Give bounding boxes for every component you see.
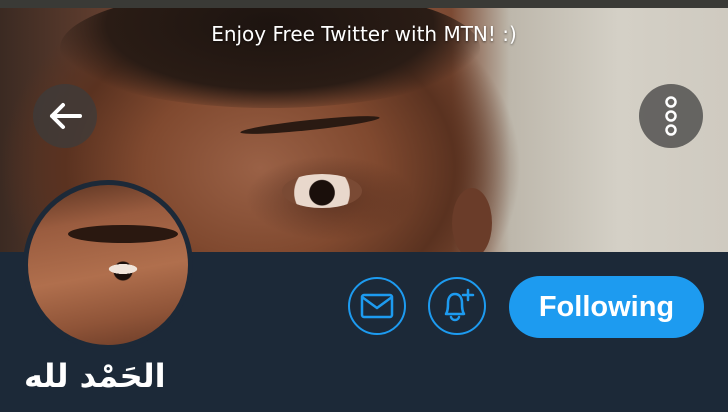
message-button[interactable] <box>348 277 406 335</box>
status-strip <box>0 0 728 8</box>
profile-screen: Enjoy Free Twitter with MTN! :) Followin… <box>0 0 728 412</box>
display-name: الحَمْد لله <box>24 357 166 395</box>
arrow-left-icon <box>50 103 82 129</box>
avatar[interactable] <box>23 180 193 350</box>
more-options-button[interactable] <box>639 84 703 148</box>
envelope-icon <box>360 293 394 319</box>
notifications-button[interactable] <box>428 277 486 335</box>
promo-banner-text: Enjoy Free Twitter with MTN! :) <box>211 22 517 46</box>
vertical-dots-icon <box>665 96 677 136</box>
bell-plus-icon <box>444 288 475 322</box>
following-button[interactable]: Following <box>509 276 704 338</box>
back-button[interactable] <box>33 84 97 148</box>
